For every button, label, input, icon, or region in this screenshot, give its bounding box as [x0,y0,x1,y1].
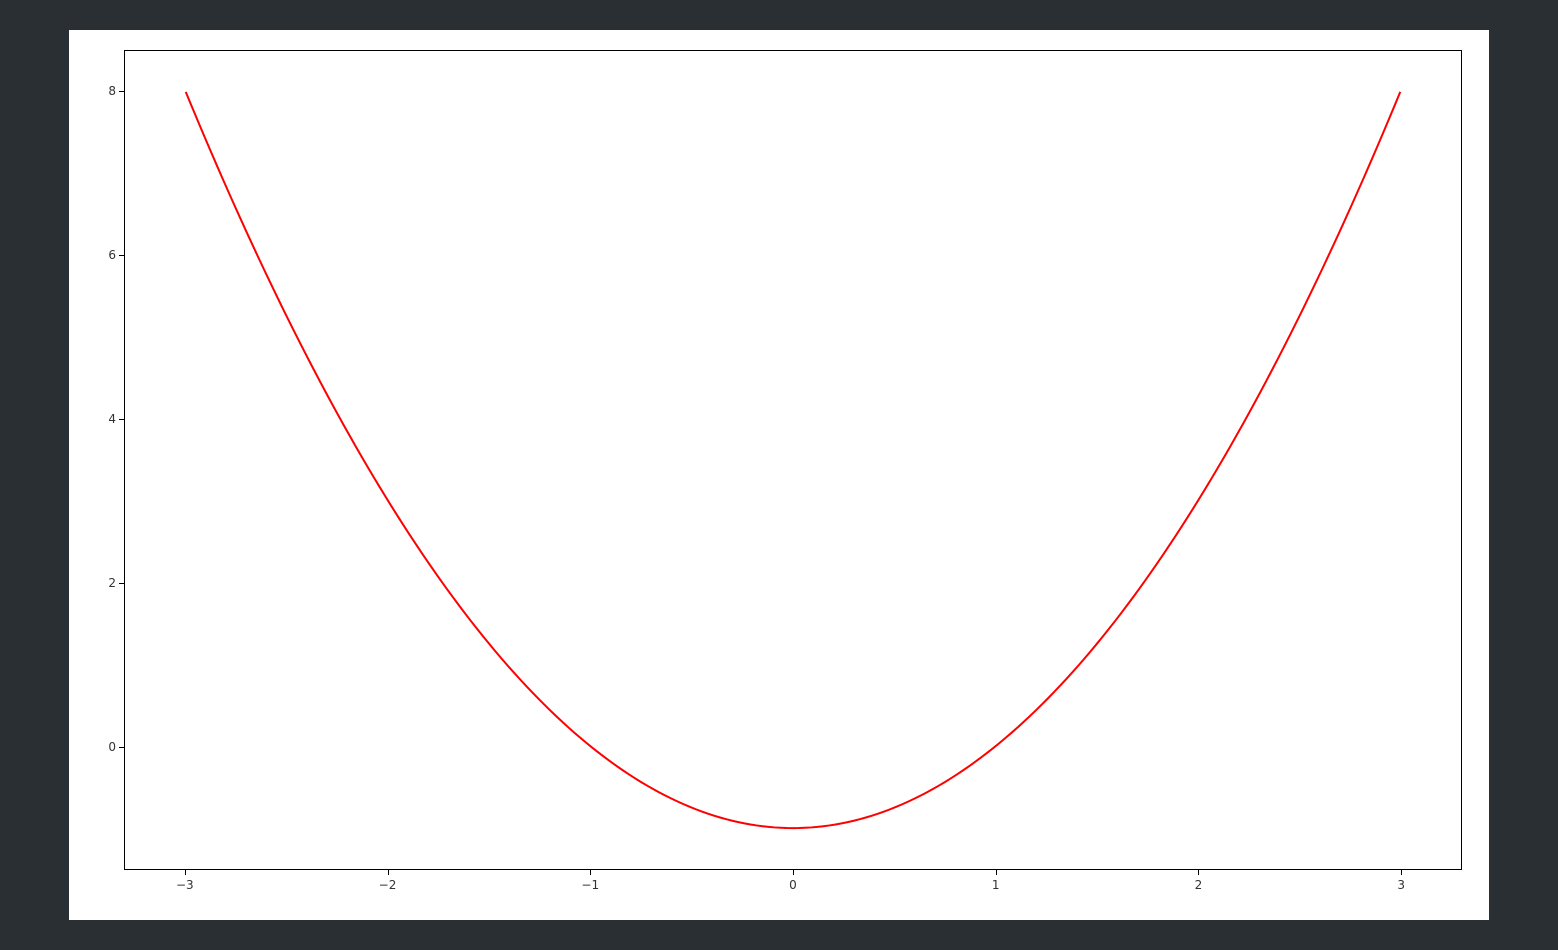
x-tick-mark [590,870,591,875]
x-tick-label-neg3: −3 [165,878,205,892]
y-tick-label-2: 2 [76,576,116,590]
y-tick-label-6: 6 [76,248,116,262]
x-tick-label-1: 1 [976,878,1016,892]
y-tick-mark [119,419,124,420]
x-tick-label-2: 2 [1178,878,1218,892]
x-tick-mark [1198,870,1199,875]
y-tick-mark [119,747,124,748]
x-tick-mark [185,870,186,875]
y-tick-mark [119,91,124,92]
x-tick-mark [388,870,389,875]
y-tick-label-8: 8 [76,84,116,98]
y-tick-mark [119,583,124,584]
x-tick-label-neg1: −1 [570,878,610,892]
x-tick-mark [793,870,794,875]
x-tick-label-3: 3 [1381,878,1421,892]
plot-area [124,50,1462,870]
y-tick-mark [119,255,124,256]
x-tick-mark [1401,870,1402,875]
plot-container: 8 6 4 2 0 −3 −2 −1 0 1 2 3 [69,30,1489,920]
y-tick-label-4: 4 [76,412,116,426]
x-tick-mark [996,870,997,875]
line-series [125,51,1461,869]
x-tick-label-0: 0 [773,878,813,892]
y-tick-label-0: 0 [76,740,116,754]
x-tick-label-neg2: −2 [368,878,408,892]
